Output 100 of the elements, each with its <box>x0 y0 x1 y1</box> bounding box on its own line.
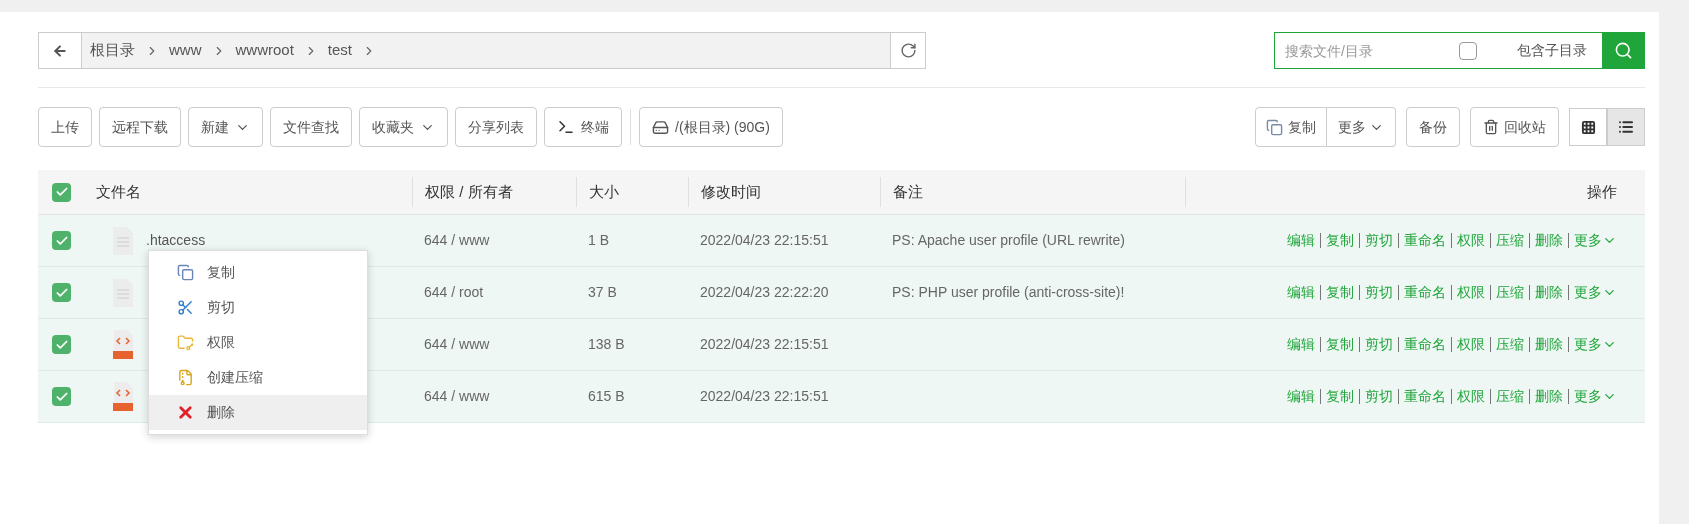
toolbar-button[interactable]: 收藏夹 <box>359 107 448 147</box>
action-link[interactable]: 重命名 <box>1404 334 1446 355</box>
checkbox[interactable] <box>52 387 71 406</box>
action-link[interactable]: 更多 <box>1574 334 1617 355</box>
recycle-bin-button[interactable]: 回收站 <box>1470 107 1559 147</box>
table-cell: 138 B <box>588 336 625 352</box>
scissors-icon <box>176 299 194 316</box>
checkbox[interactable] <box>52 182 71 202</box>
backup-button[interactable]: 备份 <box>1406 107 1460 147</box>
table-cell: 2022/04/23 22:22:20 <box>700 284 829 300</box>
action-link[interactable]: 删除 <box>1535 386 1563 407</box>
search-field[interactable]: 搜索文件/目录 <box>1275 33 1445 68</box>
more-button[interactable]: 更多 <box>1327 107 1396 147</box>
action-link[interactable]: 更多 <box>1574 386 1617 407</box>
action-link[interactable]: 更多 <box>1574 282 1617 303</box>
action-link[interactable]: 重命名 <box>1404 282 1446 303</box>
breadcrumb-item[interactable]: test <box>327 39 353 62</box>
list-icon <box>1618 119 1634 135</box>
action-link[interactable]: 编辑 <box>1287 386 1315 407</box>
action-link[interactable]: 剪切 <box>1365 282 1393 303</box>
refresh-button[interactable] <box>890 33 925 68</box>
action-link[interactable]: 编辑 <box>1287 230 1315 251</box>
menu-item[interactable]: 删除 <box>149 395 367 430</box>
trash-icon <box>1483 119 1499 135</box>
copy-icon <box>176 264 194 281</box>
toolbar-button[interactable]: 远程下载 <box>99 107 181 147</box>
action-link[interactable]: 删除 <box>1535 282 1563 303</box>
terminal-button[interactable]: 终端 <box>544 107 622 147</box>
copy-icon <box>1266 118 1283 136</box>
action-link[interactable]: 压缩 <box>1496 334 1524 355</box>
action-link[interactable]: 权限 <box>1457 334 1485 355</box>
action-link[interactable]: 压缩 <box>1496 386 1524 407</box>
column-header: 大小 <box>589 181 619 202</box>
table-cell: 37 B <box>588 284 617 300</box>
action-link[interactable]: 权限 <box>1457 230 1485 251</box>
check-icon <box>54 185 69 199</box>
action-link[interactable]: 压缩 <box>1496 282 1524 303</box>
text-file-icon <box>112 226 134 255</box>
terminal-icon <box>557 118 575 136</box>
action-link[interactable]: 编辑 <box>1287 334 1315 355</box>
action-link[interactable]: 重命名 <box>1404 230 1446 251</box>
breadcrumb-item[interactable]: www <box>169 39 202 62</box>
copy-button[interactable]: 复制 <box>1255 107 1327 147</box>
table-cell: PS: Apache user profile (URL rewrite) <box>892 232 1125 248</box>
table-cell: 644 / www <box>424 336 490 352</box>
back-button[interactable] <box>39 33 82 68</box>
toolbar-button[interactable]: 上传 <box>38 107 92 147</box>
menu-item[interactable]: 创建压缩 <box>149 360 367 395</box>
refresh-icon <box>899 42 917 59</box>
column-header: 文件名 <box>96 181 141 202</box>
file-name[interactable]: .htaccess <box>146 230 206 251</box>
toolbar-button[interactable]: 分享列表 <box>455 107 537 147</box>
search-bar[interactable]: 搜索文件/目录 包含子目录 <box>1274 32 1645 69</box>
action-link[interactable]: 重命名 <box>1404 386 1446 407</box>
back-icon <box>52 42 68 59</box>
toolbar-button[interactable]: 新建 <box>188 107 263 147</box>
menu-item[interactable]: 权限 <box>149 325 367 360</box>
column-header: 操作 <box>1587 181 1617 202</box>
breadcrumb-item[interactable]: wwwroot <box>235 39 294 62</box>
action-link[interactable]: 更多 <box>1574 230 1617 251</box>
action-link[interactable]: 权限 <box>1457 386 1485 407</box>
checkbox[interactable] <box>52 283 71 302</box>
checkbox[interactable] <box>52 335 71 354</box>
action-link[interactable]: 剪切 <box>1365 334 1393 355</box>
grid-view-button[interactable] <box>1569 108 1607 146</box>
action-link[interactable]: 删除 <box>1535 334 1563 355</box>
table-cell: 2022/04/23 22:15:51 <box>700 388 829 404</box>
table-cell: PS: PHP user profile (anti-cross-site)! <box>892 284 1125 300</box>
search-icon <box>1613 41 1633 60</box>
action-link[interactable]: 复制 <box>1326 334 1354 355</box>
action-link[interactable]: 复制 <box>1326 386 1354 407</box>
column-header: 权限 / 所有者 <box>425 181 513 202</box>
breadcrumb-item[interactable]: 根目录 <box>90 39 135 62</box>
action-link[interactable]: 压缩 <box>1496 230 1524 251</box>
action-link[interactable]: 复制 <box>1326 282 1354 303</box>
action-link[interactable]: 剪切 <box>1365 230 1393 251</box>
list-view-button[interactable] <box>1607 108 1645 146</box>
action-link[interactable]: 删除 <box>1535 230 1563 251</box>
action-link[interactable]: 剪切 <box>1365 386 1393 407</box>
menu-item[interactable]: 剪切 <box>149 290 367 325</box>
action-link[interactable]: 编辑 <box>1287 282 1315 303</box>
table-cell: 644 / root <box>424 284 484 300</box>
table-cell: 644 / www <box>424 232 490 248</box>
menu-item[interactable]: 复制 <box>149 255 367 290</box>
toolbar-button[interactable]: 文件查找 <box>270 107 352 147</box>
html-file-icon <box>112 381 134 412</box>
action-link[interactable]: 复制 <box>1326 230 1354 251</box>
table-cell: 2022/04/23 22:15:51 <box>700 336 829 352</box>
archive-icon <box>176 369 194 386</box>
table-cell: 2022/04/23 22:15:51 <box>700 232 829 248</box>
checkbox-label: 包含子目录 <box>1517 41 1587 60</box>
html-file-icon <box>112 329 134 360</box>
checkbox[interactable] <box>52 231 71 250</box>
text-file-icon <box>112 278 134 307</box>
grid-icon <box>1580 119 1596 135</box>
action-link[interactable]: 权限 <box>1457 282 1485 303</box>
checkbox[interactable] <box>1459 41 1477 60</box>
search-button[interactable] <box>1602 33 1644 68</box>
disk-button[interactable]: /(根目录) (90G) <box>639 107 783 147</box>
column-header: 修改时间 <box>701 181 761 202</box>
